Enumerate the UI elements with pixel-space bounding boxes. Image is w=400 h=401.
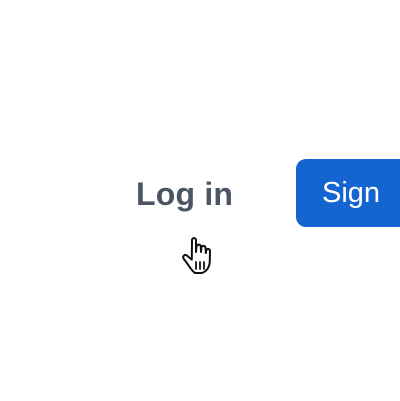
- login-link[interactable]: Log in: [136, 170, 236, 218]
- page: Log in Sign: [0, 0, 400, 401]
- signup-button[interactable]: Sign: [296, 159, 400, 227]
- pointer-hand-icon: [182, 237, 211, 274]
